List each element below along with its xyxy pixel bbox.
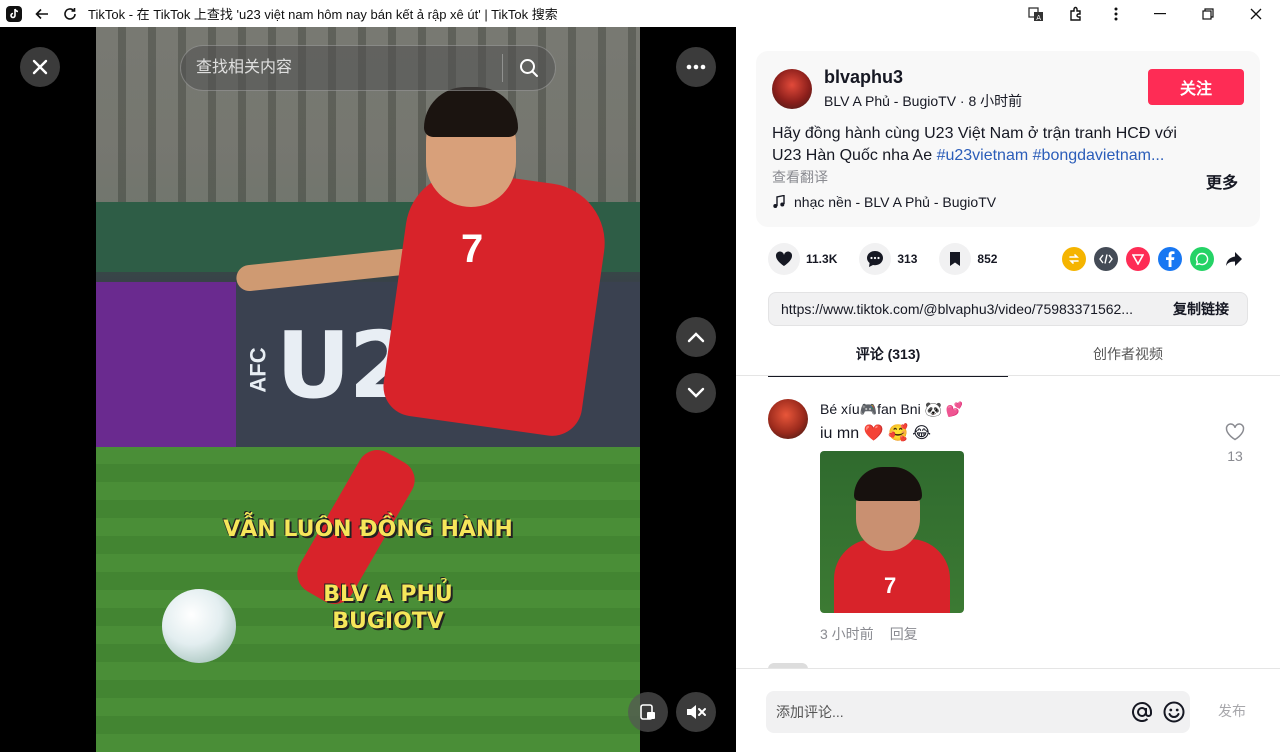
video-player[interactable]: U23 AFC 7 VẪN LUÔN ĐỒNG HÀNH BLV A PHỦ B… [96, 27, 640, 752]
player-jersey [379, 164, 613, 440]
music-title: nhạc nền - BLV A Phủ - BugioTV [794, 194, 997, 210]
post-info-card: blvaphu3 BLV A Phủ - BugioTV · 8 小时前 关注 … [756, 51, 1260, 227]
comment-text: iu mn ❤️ 🥰 😂 [820, 425, 931, 442]
svg-text:A: A [1036, 14, 1041, 22]
image-player-hair [854, 467, 922, 501]
comment-composer: 发布 [736, 668, 1280, 752]
volume-muted-icon [687, 705, 706, 719]
restore-icon[interactable] [1184, 0, 1232, 27]
close-video-button[interactable] [20, 47, 60, 87]
comment-like-button[interactable]: 13 [1222, 423, 1248, 464]
whatsapp-icon[interactable] [1190, 247, 1214, 271]
hashtag-u23vietnam[interactable]: #u23vietnam [937, 147, 1029, 164]
board-afc-text: AFC [245, 347, 271, 393]
reload-icon[interactable] [56, 0, 84, 27]
extensions-icon[interactable] [1056, 0, 1096, 27]
post-comment-button[interactable]: 发布 [1218, 701, 1246, 721]
video-caption-line3: BUGIOTV [332, 609, 444, 634]
comment-input[interactable] [766, 704, 1126, 720]
mention-icon[interactable] [1126, 701, 1158, 723]
browser-titlebar: TikTok - 在 TikTok 上查找 'u23 việt nam hôm … [0, 0, 1280, 27]
video-link-bar: https://www.tiktok.com/@blvaphu3/video/7… [768, 292, 1248, 326]
comment-icon [867, 251, 884, 267]
commenter-avatar[interactable] [768, 399, 808, 439]
video-caption-line1: VẪN LUÔN ĐỒNG HÀNH [223, 517, 513, 542]
more-options-button[interactable] [676, 47, 716, 87]
post-description: Hãy đồng hành cùng U23 Việt Nam ở trận t… [772, 123, 1202, 167]
tabs-divider [736, 375, 1280, 376]
hashtag-bongdavietnam[interactable]: #bongdavietnam... [1033, 147, 1165, 164]
comment-icon-wrap [859, 243, 892, 275]
tab-creator-videos[interactable]: 创作者视频 [1008, 339, 1248, 377]
favorite-icon-wrap [939, 243, 972, 275]
details-panel: blvaphu3 BLV A Phủ - BugioTV · 8 小时前 关注 … [736, 27, 1280, 752]
more-share-icon[interactable] [1222, 247, 1246, 271]
see-translation-link[interactable]: 查看翻译 [772, 167, 828, 187]
video-panel: U23 AFC 7 VẪN LUÔN ĐỒNG HÀNH BLV A PHỦ B… [0, 27, 736, 752]
music-link[interactable]: nhạc nền - BLV A Phủ - BugioTV [772, 194, 996, 210]
next-video-button[interactable] [676, 373, 716, 413]
author-avatar[interactable] [772, 69, 812, 109]
tiktok-logo-icon [0, 0, 28, 27]
video-caption-line2: BLV A PHỦ [323, 582, 453, 607]
comment-meta: 3 小时前 回复 [820, 624, 934, 644]
back-icon[interactable] [28, 0, 56, 27]
chevron-down-icon [687, 387, 705, 398]
translate-icon[interactable]: A [1016, 0, 1056, 27]
panel-tabs: 评论 (313) 创作者视频 [768, 339, 1280, 377]
author-username[interactable]: blvaphu3 [824, 67, 903, 88]
image-jersey-number: 7 [884, 573, 897, 598]
video-url[interactable]: https://www.tiktok.com/@blvaphu3/video/7… [769, 301, 1155, 317]
previous-video-button[interactable] [676, 317, 716, 357]
comment-button[interactable]: 313 [859, 243, 917, 275]
jersey-number: 7 [461, 227, 484, 271]
minimize-icon[interactable] [1136, 0, 1184, 27]
author-subline: BLV A Phủ - BugioTV · 8 小时前 [824, 93, 1023, 109]
share-buttons [1062, 247, 1246, 271]
heart-outline-icon [1225, 423, 1245, 441]
search-input[interactable] [181, 46, 502, 90]
close-icon [32, 59, 48, 75]
repost-icon[interactable] [1062, 247, 1086, 271]
menu-dots-icon[interactable] [1096, 0, 1136, 27]
picture-in-picture-button[interactable] [628, 692, 668, 732]
facebook-icon[interactable] [1158, 247, 1182, 271]
chevron-up-icon [687, 332, 705, 343]
tab-comments[interactable]: 评论 (313) [768, 339, 1008, 377]
embed-icon[interactable] [1094, 247, 1118, 271]
emoji-icon[interactable] [1158, 701, 1190, 723]
heart-icon [775, 251, 793, 266]
commenter-name[interactable]: Bé xíu🎮fan Bni 🐼 💕 [820, 401, 963, 418]
copy-link-button[interactable]: 复制链接 [1155, 299, 1247, 319]
like-icon-wrap [768, 243, 800, 275]
window-title: TikTok - 在 TikTok 上查找 'u23 việt nam hôm … [88, 7, 558, 22]
comment-count: 313 [897, 252, 918, 266]
expand-description-button[interactable]: 更多 [1206, 169, 1238, 193]
search-button[interactable] [503, 46, 555, 90]
search-icon [520, 59, 538, 77]
engagement-actions: 11.3K 313 852 [768, 243, 1019, 275]
favorite-button[interactable]: 852 [939, 243, 997, 275]
close-window-icon[interactable] [1232, 0, 1280, 27]
reply-button[interactable]: 回复 [890, 626, 918, 642]
send-to-friends-icon[interactable] [1126, 247, 1150, 271]
ad-board-purple [96, 282, 236, 447]
video-search-box[interactable] [180, 45, 556, 91]
more-dots-icon [686, 64, 706, 70]
like-button[interactable]: 11.3K [768, 243, 837, 275]
favorite-count: 852 [977, 252, 998, 266]
bookmark-icon [950, 252, 961, 266]
comment-time: 3 小时前 [820, 626, 874, 642]
mute-button[interactable] [676, 692, 716, 732]
like-count: 11.3K [806, 252, 838, 266]
music-note-icon [773, 195, 785, 208]
pip-icon [640, 704, 655, 720]
follow-button[interactable]: 关注 [1148, 69, 1244, 105]
comment-like-count: 13 [1227, 448, 1243, 464]
comment-image[interactable]: 7 [820, 451, 964, 613]
comment-input-box [766, 691, 1190, 733]
